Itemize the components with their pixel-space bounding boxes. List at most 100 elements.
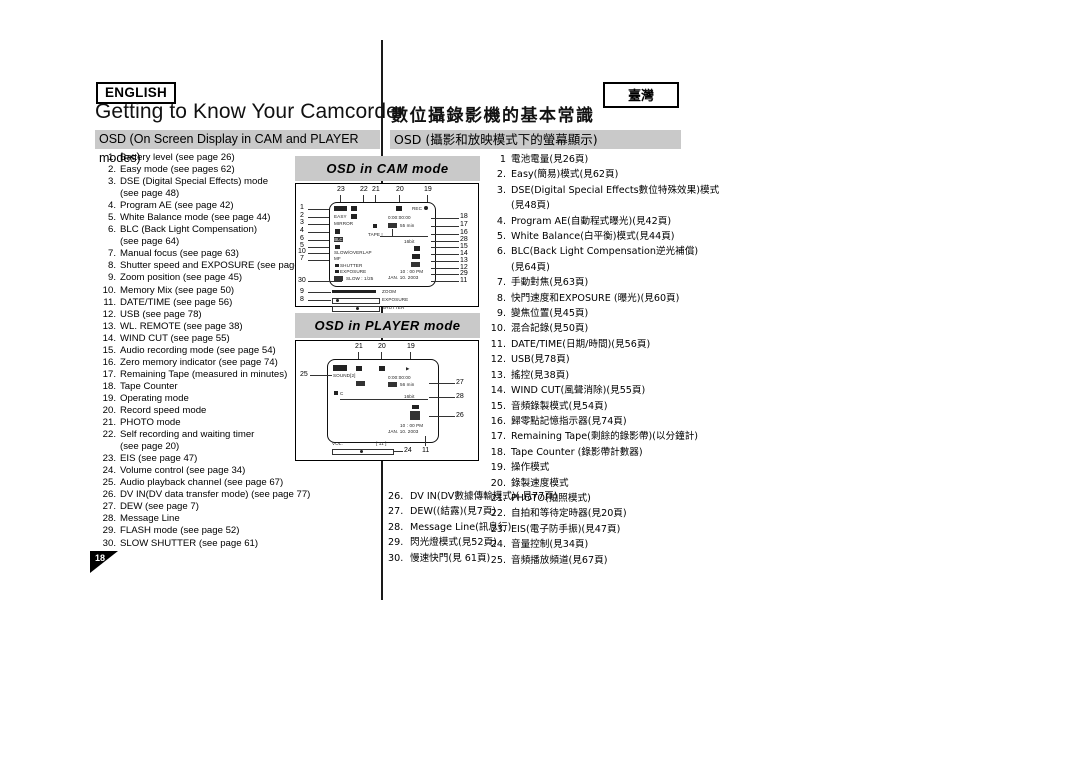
cam-callout-14: 14 <box>460 250 468 257</box>
cam-callout-8: 8 <box>300 296 304 303</box>
cam-callout-11: 11 <box>460 277 468 284</box>
cam-leader-30 <box>308 281 342 282</box>
list-item-label: Tape Counter (錄影帶計數器) <box>511 446 643 458</box>
list-item-number: 4. <box>107 200 116 212</box>
list-item-number: 6. <box>496 246 506 258</box>
list-item-label: DSE(Digital Special Effects數位特殊效果)模式 <box>511 184 720 196</box>
memory-mix-icon <box>411 262 420 267</box>
cam-leader-12 <box>431 268 459 269</box>
list-item-number: 29. <box>102 525 116 537</box>
wl-remote-icon <box>351 206 357 211</box>
list-item-number: 17. <box>102 368 116 380</box>
list-item: 18. Tape Counter (錄影帶計數器) <box>487 445 787 460</box>
rec-label: REC <box>412 206 422 211</box>
cam-leader-6 <box>308 240 329 241</box>
list-item-number: 28. <box>388 521 404 533</box>
list-item-number: 18. <box>490 446 506 458</box>
list-item-number: 9. <box>107 272 116 284</box>
dv-in-icon <box>356 381 365 386</box>
player-memory-mix-icon <box>410 411 420 420</box>
cam-callout-29: 29 <box>460 270 468 277</box>
page-title-english: Getting to Know Your Camcorder <box>95 100 406 123</box>
player-leader-28 <box>429 397 455 398</box>
list-item: 12. USB(見78頁) <box>487 352 787 367</box>
dew-icon <box>334 391 338 395</box>
list-item: 5. White Balance(白平衡)模式(見44頁) <box>487 229 787 244</box>
list-item-number: 3. <box>107 176 116 188</box>
list-item: 7. 手動對焦(見63頁) <box>487 275 787 290</box>
list-item-number: 13. <box>102 320 116 332</box>
player-mode-label: ▶ <box>406 366 410 371</box>
vol-label: VOL. <box>332 441 343 446</box>
list-item-continuation: (見48頁) <box>511 200 550 212</box>
list-item-number: 8. <box>496 292 506 304</box>
list-item-number: 6. <box>107 224 116 236</box>
player-tape-bar <box>340 399 428 400</box>
list-item-number: 21. <box>102 417 116 429</box>
cam-leader-16 <box>431 234 459 235</box>
cam-callout-13: 13 <box>460 257 468 264</box>
page-title-chinese: 數位攝錄影機的基本常識 <box>391 106 595 126</box>
cam-callout-7: 7 <box>300 255 304 262</box>
wind-cut-icon <box>414 246 420 251</box>
white-balance-icon <box>335 229 340 234</box>
list-item: 14. WIND CUT(風聲消除)(見55頁) <box>487 383 787 398</box>
list-item: 27. DEW((結露)(見7頁) <box>388 504 688 519</box>
list-item-number: 20. <box>102 404 116 416</box>
cam-callout-1: 1 <box>300 204 304 211</box>
list-item-number: 7. <box>107 248 116 260</box>
exposure-slider-handle <box>336 298 339 302</box>
flash-icon <box>334 276 343 281</box>
focus-icon <box>335 245 340 249</box>
list-item-label: Audio playback channel (see page 67) <box>120 477 284 489</box>
mirror-label: MIRROR <box>334 221 354 226</box>
cam-leader-28 <box>431 241 459 242</box>
list-item: 25. Audio playback channel (see page 67) <box>97 477 382 489</box>
cam-callout-22: 22 <box>360 186 368 193</box>
list-item: 8. 快門速度和EXPOSURE (曝光)(見60頁) <box>487 291 787 306</box>
list-item-label: Program AE(自動程式曝光)(見42頁) <box>511 215 672 227</box>
message-line-label: C <box>340 391 344 396</box>
list-item-label: DV IN(DV data transfer mode) (see page 7… <box>120 489 311 501</box>
list-item-number: 7. <box>496 277 506 289</box>
list-item: 11. DATE/TIME(日期/時間)(見56頁) <box>487 337 787 352</box>
cam-leader-1 <box>308 209 329 210</box>
list-item: 29. FLASH mode (see page 52) <box>97 525 382 537</box>
cam-leader-4 <box>308 232 329 233</box>
cam-callout-2: 2 <box>300 212 304 219</box>
player-panel-title: OSD in PLAYER mode <box>295 313 480 338</box>
list-item: 3. DSE(Digital Special Effects數位特殊效果)模式 <box>487 183 787 198</box>
player-callout-28: 28 <box>456 393 464 400</box>
cam-leader-8 <box>308 300 331 301</box>
cam-leader-18 <box>431 218 459 219</box>
list-item-number: 1 <box>499 154 506 165</box>
cam-callout-19: 19 <box>424 186 432 193</box>
player-zero-memory-icon <box>388 382 397 387</box>
cam-callout-30: 30 <box>298 277 306 284</box>
cam-leader-29 <box>431 274 459 275</box>
battery-icon <box>334 206 347 211</box>
player-callout-25: 25 <box>300 371 308 378</box>
slow-shutter-label: SLOW : 1/25 <box>346 276 374 281</box>
cam-leader-17 <box>431 226 459 227</box>
list-item-label: 快門速度和EXPOSURE (曝光)(見60頁) <box>511 292 680 304</box>
shutter-slider-handle <box>356 306 359 310</box>
vol-value: [ 11 ] <box>376 441 387 446</box>
sound-label: SOUND[2] <box>333 373 356 378</box>
list-item-label: 慢速快門(見 61頁) <box>410 552 491 564</box>
zero-memory-icon <box>388 223 397 228</box>
list-item-label: BLC(Back Light Compensation逆光補償) <box>511 246 699 258</box>
list-item: 28. Message Line <box>97 513 382 525</box>
player-counter-label: 0:00:00:00 <box>388 375 411 380</box>
list-item-label: DV IN(DV數據傳輸模式)( 見77頁) <box>410 491 558 502</box>
list-item-label: 電池電量(見26頁) <box>511 154 589 165</box>
zoom-bar-label: ZOOM <box>382 289 397 294</box>
list-item-number: 5. <box>496 231 506 243</box>
list-item-number: 15. <box>490 400 506 412</box>
list-item: 4. Program AE(自動程式曝光)(見42頁) <box>487 214 787 229</box>
list-item-number: 24. <box>102 465 116 477</box>
list-item-number: 11. <box>103 296 116 308</box>
list-item: 6. BLC(Back Light Compensation逆光補償) <box>487 244 787 259</box>
page-number-text: 18 <box>95 553 106 563</box>
chinese-legend-list-overflow: 26. DV IN(DV數據傳輸模式)( 見77頁) 27. DEW((結露)(見7頁… <box>388 489 688 566</box>
